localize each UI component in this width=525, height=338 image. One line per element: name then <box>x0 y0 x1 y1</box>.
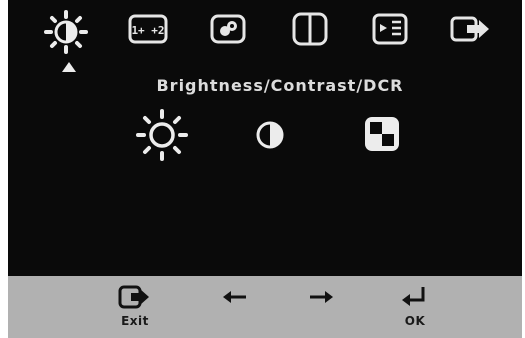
image-properties-icon <box>292 12 328 46</box>
contrast-icon <box>256 121 284 149</box>
svg-text:1+ +2: 1+ +2 <box>131 24 164 37</box>
tab-exit[interactable] <box>440 8 500 64</box>
tab-image-properties[interactable] <box>280 8 340 64</box>
bottom-button-bar: Exit OK <box>8 276 522 338</box>
tab-brightness[interactable] <box>36 8 96 64</box>
dcr-icon <box>365 117 399 151</box>
exit-icon <box>450 16 489 42</box>
options-menu-icon <box>372 13 408 45</box>
tab-options[interactable] <box>360 8 420 64</box>
exit-icon <box>118 285 149 309</box>
ok-button[interactable]: OK <box>385 280 445 336</box>
osd-menu: 1+ +2 Brightness/Contrast/DCR <box>8 0 522 276</box>
page-title: Brightness/Contrast/DCR <box>156 76 404 95</box>
selected-tab-marker-icon <box>62 62 76 72</box>
exit-label: Exit <box>121 314 149 328</box>
contrast-option[interactable] <box>238 105 302 165</box>
tab-image-position[interactable]: 1+ +2 <box>118 8 178 64</box>
exit-button[interactable]: Exit <box>105 280 165 336</box>
image-position-icon: 1+ +2 <box>128 14 168 44</box>
sub-item-row <box>8 105 522 165</box>
top-tab-row: 1+ +2 <box>8 8 522 72</box>
dcr-option[interactable] <box>350 105 414 165</box>
arrow-right-icon <box>310 291 333 303</box>
left-button[interactable] <box>205 280 265 336</box>
right-button[interactable] <box>291 280 351 336</box>
brightness-option[interactable] <box>130 105 194 165</box>
arrow-left-icon <box>223 291 246 303</box>
image-setup-icon <box>210 14 246 44</box>
brightness-icon <box>136 109 188 161</box>
ok-label: OK <box>404 314 426 328</box>
tab-image-setup[interactable] <box>198 8 258 64</box>
brightness-sun-icon <box>44 10 88 54</box>
enter-icon <box>402 287 425 306</box>
